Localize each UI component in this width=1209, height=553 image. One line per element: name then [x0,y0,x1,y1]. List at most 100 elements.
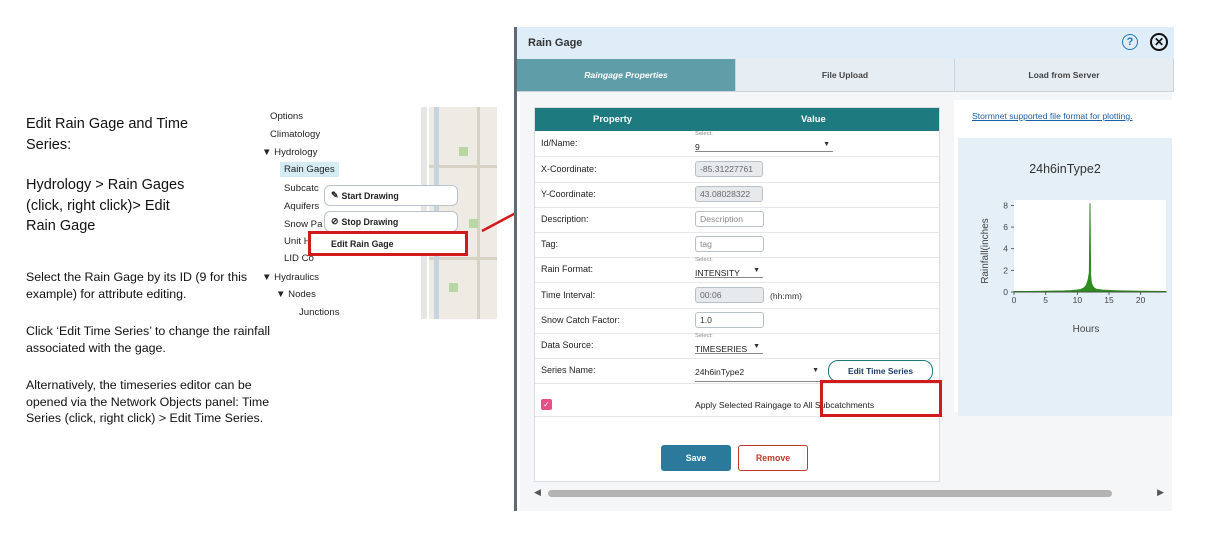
expand-triangle-icon[interactable]: ▼ [262,272,274,283]
x-tick-label: 20 [1136,295,1146,305]
expand-triangle-icon[interactable]: ▼ [262,147,274,158]
select-caption: Select: [695,333,713,339]
y-axis-label: Rainfall(inches [980,218,991,284]
tree-item-climatology[interactable]: Climatology [270,129,320,140]
label-y-coordinate: Y-Coordinate: [541,189,596,199]
label-data-source: Data Source: [541,340,594,350]
start-drawing-button[interactable]: ✎ Start Drawing [324,185,458,206]
tree-item-hydrology[interactable]: ▼ Hydrology [262,147,317,158]
id-name-select[interactable]: Select: 9 ▼ [695,131,833,152]
y-coordinate-field[interactable]: 43.08028322 [695,186,763,202]
instructions-note-alternative: Alternatively, the timeseries editor can… [26,378,270,425]
rain-format-value: INTENSITY [695,268,740,278]
help-icon[interactable]: ? [1122,34,1138,50]
save-button[interactable]: Save [661,445,731,471]
time-interval-unit: (hh:mm) [770,291,802,301]
instructions-path-2: (click, right click)> Edit [26,197,170,214]
instructions-heading: Edit Rain Gage and Time Series: Hydrolog… [26,114,256,237]
x-coordinate-field[interactable]: -85.31227761 [695,161,763,177]
label-time-interval: Time Interval: [541,290,596,300]
dialog-tabs: Raingage Properties File Upload Load fro… [517,59,1174,92]
edit-time-series-button[interactable]: Edit Time Series [828,360,933,382]
tree-item-hydraulics[interactable]: ▼ Hydraulics [262,272,319,283]
tag-field[interactable]: tag [695,236,764,252]
y-tick-label: 2 [1003,265,1008,275]
dialog-body: Property Value Id/Name: Select: 9 ▼ X-Co… [520,92,1172,511]
horizontal-scrollbar[interactable]: ◀ ▶ [534,486,1164,500]
label-series-name: Series Name: [541,365,596,375]
instructions-note-select: Select the Rain Gage by its ID (9 for th… [26,270,248,301]
label-tag: Tag: [541,239,559,249]
x-tick-label: 10 [1073,295,1083,305]
stop-drawing-label: Stop Drawing [341,216,399,227]
close-icon[interactable]: ✕ [1150,33,1168,51]
dialog-title: Rain Gage [528,37,583,49]
row-snow-catch: Snow Catch Factor: 1.0 [535,308,939,334]
edit-rain-gage-label: Edit Rain Gage [331,238,394,249]
tree-item-hydraulics-label: Hydraulics [274,272,319,283]
series-name-select[interactable]: 24h6inType2 ▼ [695,363,822,382]
header-property: Property [593,114,633,125]
pencil-icon: ✎ [331,190,339,200]
row-y-coordinate: Y-Coordinate: 43.08028322 [535,182,939,208]
y-tick-label: 8 [1003,200,1008,210]
x-tick-label: 5 [1043,295,1048,305]
tab-raingage-properties[interactable]: Raingage Properties [517,59,736,92]
data-source-select[interactable]: Select: TIMESERIES ▼ [695,333,763,354]
instructions-title-cont: Series: [26,136,72,153]
description-field[interactable]: Description [695,211,764,227]
tree-item-nodes-label: Nodes [288,289,316,300]
file-format-link[interactable]: Stormnet supported file format for plott… [972,111,1133,121]
caret-down-icon: ▼ [753,267,760,274]
tree-item-snow-packs[interactable]: Snow Pa [284,219,322,230]
properties-panel: Property Value Id/Name: Select: 9 ▼ X-Co… [534,107,940,482]
caret-down-icon: ▼ [812,367,819,374]
expand-triangle-icon[interactable]: ▼ [276,289,288,300]
id-name-value: 9 [695,142,700,152]
snow-catch-field[interactable]: 1.0 [695,312,764,328]
edit-rain-gage-menu-item[interactable]: Edit Rain Gage [308,231,468,256]
label-rain-format: Rain Format: [541,264,594,274]
row-tag: Tag: tag [535,232,939,258]
scrollbar-thumb[interactable] [548,490,1112,497]
instructions-path-1: Hydrology > Rain Gages [26,177,185,193]
tree-item-rain-gages[interactable]: Rain Gages [280,162,339,177]
tree-item-nodes[interactable]: ▼ Nodes [276,289,316,300]
start-drawing-label: Start Drawing [341,190,399,201]
chart-panel: Stormnet supported file format for plott… [954,100,1172,416]
remove-button[interactable]: Remove [738,445,808,471]
properties-table-header: Property Value [535,108,939,131]
stop-drawing-button[interactable]: ⊘ Stop Drawing [324,211,458,232]
tab-load-from-server[interactable]: Load from Server [955,59,1174,92]
tree-item-options[interactable]: Options [270,111,303,122]
row-id-name: Id/Name: Select: 9 ▼ [535,131,939,157]
tree-item-unit-hydrographs[interactable]: Unit H [284,236,311,247]
series-name-value: 24h6inType2 [695,367,745,377]
label-id-name: Id/Name: [541,138,578,148]
x-tick-label: 15 [1104,295,1114,305]
instructions-note-edit-series: Click ‘Edit Time Series’ to change the r… [26,324,271,355]
tab-file-upload[interactable]: File Upload [736,59,955,92]
tree-item-aquifers[interactable]: Aquifers [284,201,319,212]
label-snow-catch: Snow Catch Factor: [541,315,621,325]
x-tick-label: 0 [1012,295,1017,305]
y-tick-label: 6 [1003,222,1008,232]
row-data-source: Data Source: Select: TIMESERIES ▼ [535,333,939,359]
network-tree-screenshot: Options Climatology ▼ Hydrology Rain Gag… [262,107,497,319]
rain-gage-dialog: Rain Gage ? ✕ Raingage Properties File U… [514,27,1174,511]
row-time-interval: Time Interval: 00:06 (hh:mm) [535,283,939,309]
caret-down-icon: ▼ [823,141,830,148]
apply-all-checkbox[interactable]: ✓ [541,399,552,410]
edit-time-series-highlight [820,380,942,417]
y-tick-label: 0 [1003,287,1008,297]
rain-format-select[interactable]: Select: INTENSITY ▼ [695,257,763,278]
rainfall-chart: 0 2 4 6 8 0 5 10 15 20 Hours Rainfall(inches [980,200,1167,335]
select-caption: Select: [695,257,713,263]
tree-item-junctions[interactable]: Junctions [299,307,340,318]
y-tick-label: 4 [1003,244,1008,254]
scroll-left-icon[interactable]: ◀ [534,487,541,498]
scroll-right-icon[interactable]: ▶ [1157,487,1164,498]
dialog-header: Rain Gage ? ✕ [517,27,1174,59]
tree-item-subcatchments[interactable]: Subcatc [284,183,319,194]
time-interval-field[interactable]: 00:06 [695,287,764,303]
